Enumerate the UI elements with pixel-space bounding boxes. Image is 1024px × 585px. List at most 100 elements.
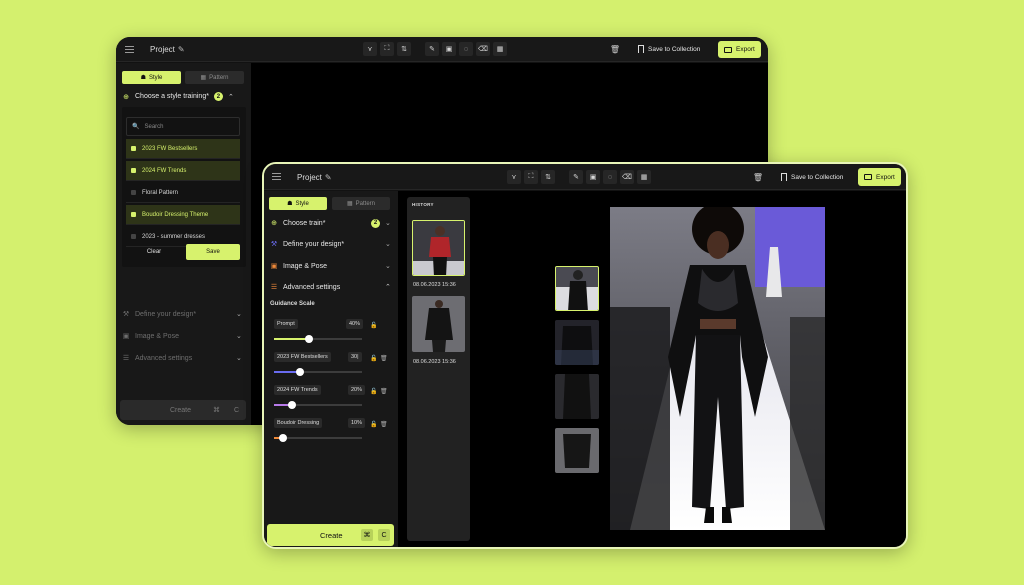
define-design-section[interactable]: ⚒ Define your design* ⌄ bbox=[122, 310, 246, 319]
slider-track[interactable] bbox=[274, 434, 362, 442]
slider-track[interactable] bbox=[274, 335, 362, 343]
qr-icon[interactable]: ▦ bbox=[637, 170, 651, 184]
lock-icon[interactable]: 🔓 bbox=[370, 388, 377, 395]
guidance-slider[interactable]: Prompt 40% 🔓 bbox=[274, 319, 392, 345]
save-button[interactable]: Save bbox=[186, 244, 240, 260]
nodes-icon[interactable]: ⋎ bbox=[507, 170, 521, 184]
fullscreen-icon[interactable]: ⛶ bbox=[524, 170, 538, 184]
slider-handle[interactable] bbox=[278, 434, 287, 442]
tab-style[interactable]: ☗ Style bbox=[122, 71, 181, 84]
variation-image-4 bbox=[555, 428, 599, 473]
c-key: C bbox=[234, 406, 240, 414]
slider-handle[interactable] bbox=[287, 401, 296, 409]
history-thumbnail[interactable] bbox=[412, 296, 465, 352]
slider-value[interactable]: 20% bbox=[348, 385, 366, 395]
qr-icon[interactable]: ▦ bbox=[493, 42, 507, 56]
style-option[interactable]: 2023 FW Bestsellers bbox=[126, 139, 240, 159]
lasso-icon[interactable]: ◌ bbox=[459, 42, 473, 56]
image-edit-icon[interactable]: ▣ bbox=[586, 170, 600, 184]
slider-handle[interactable] bbox=[305, 335, 314, 343]
trash-icon[interactable]: 🗑 bbox=[751, 170, 765, 184]
pencil-icon[interactable]: ✎ bbox=[178, 45, 185, 54]
guidance-slider[interactable]: 2024 FW Trends 20% 🔓 🗑 bbox=[274, 385, 392, 411]
fullscreen-icon[interactable]: ⛶ bbox=[380, 42, 394, 56]
slider-value[interactable]: 30| bbox=[348, 352, 362, 362]
lasso-icon[interactable]: ◌ bbox=[603, 170, 617, 184]
create-button[interactable]: Create ⌘ C bbox=[120, 400, 246, 420]
checkbox-icon bbox=[131, 146, 136, 151]
generated-image[interactable] bbox=[610, 207, 825, 530]
slider-handle[interactable] bbox=[296, 368, 305, 376]
image-pose-section[interactable]: ▣ Image & Pose ⌄ bbox=[270, 262, 394, 271]
brush-icon[interactable]: ✎ bbox=[425, 42, 439, 56]
project-title[interactable]: Project ✎ bbox=[297, 173, 332, 182]
slider-track[interactable] bbox=[274, 401, 362, 409]
trash-icon[interactable]: 🗑 bbox=[380, 355, 388, 362]
upload-icon: ⊕ bbox=[123, 93, 129, 101]
eraser-icon[interactable]: ⌫ bbox=[620, 170, 634, 184]
define-design-section[interactable]: ⚒ Define your design* ⌄ bbox=[270, 240, 394, 249]
save-to-collection-button[interactable]: Save to Collection bbox=[781, 173, 843, 181]
slider-value[interactable]: 10% bbox=[348, 418, 366, 428]
slider-value[interactable]: 40% bbox=[346, 319, 364, 329]
runway-model-photo bbox=[610, 207, 825, 530]
slider-label: Boudoir Dressing bbox=[274, 418, 323, 428]
variation-thumbnail[interactable] bbox=[555, 320, 599, 365]
style-pattern-toggle: ☗ Style ▦ Pattern bbox=[122, 71, 244, 84]
trash-icon[interactable]: 🗑 bbox=[608, 42, 622, 56]
guidance-slider[interactable]: Boudoir Dressing 10% 🔓 🗑 bbox=[274, 418, 392, 444]
menu-icon[interactable] bbox=[125, 46, 134, 53]
style-option[interactable]: Floral Pattern bbox=[126, 183, 240, 203]
edit-tools: ✎ ▣ ◌ ⌫ ▦ bbox=[569, 170, 651, 184]
trash-icon[interactable]: 🗑 bbox=[380, 421, 388, 428]
choose-train-section[interactable]: ⊕ Choose train* 2 ⌄ bbox=[270, 218, 394, 228]
nodes-icon[interactable]: ⋎ bbox=[363, 42, 377, 56]
slider-track[interactable] bbox=[274, 368, 362, 376]
history-thumbnail[interactable] bbox=[412, 220, 465, 276]
create-button[interactable]: Create ⌘ C bbox=[267, 524, 394, 546]
style-icon: ☗ bbox=[140, 75, 147, 81]
edit-tools: ✎ ▣ ◌ ⌫ ▦ bbox=[425, 42, 507, 56]
canvas-area: HISTORY 08.06.2023 15:36 08.06.2023 15:3… bbox=[398, 191, 906, 547]
image-icon: ▣ bbox=[122, 333, 130, 340]
eraser-icon[interactable]: ⌫ bbox=[476, 42, 490, 56]
menu-icon[interactable] bbox=[272, 173, 281, 180]
export-button[interactable]: Export bbox=[858, 168, 901, 186]
top-toolbar: Project ✎ ⋎ ⛶ ⇅ ✎ ▣ ◌ ⌫ ▦ 🗑 Save to Colle… bbox=[116, 37, 768, 62]
project-title[interactable]: Project ✎ bbox=[150, 45, 185, 54]
tab-style[interactable]: ☗ Style bbox=[269, 197, 327, 210]
variation-thumbnail[interactable] bbox=[555, 428, 599, 473]
settings-icon: ☰ bbox=[122, 355, 130, 362]
style-option[interactable]: 2024 FW Trends bbox=[126, 161, 240, 181]
slider-fill bbox=[274, 338, 310, 340]
variation-thumbnail[interactable] bbox=[555, 266, 599, 311]
clear-button[interactable]: Clear bbox=[126, 244, 182, 260]
image-pose-section[interactable]: ▣ Image & Pose ⌄ bbox=[122, 332, 246, 341]
advanced-settings-section[interactable]: ☰ Advanced settings ⌃ bbox=[270, 283, 394, 292]
image-edit-icon[interactable]: ▣ bbox=[442, 42, 456, 56]
lock-icon[interactable]: 🔓 bbox=[370, 421, 377, 428]
style-option-label: 2023 - summer dresses bbox=[142, 233, 206, 240]
trash-icon[interactable]: 🗑 bbox=[380, 388, 388, 395]
brush-icon[interactable]: ✎ bbox=[569, 170, 583, 184]
advanced-settings-section[interactable]: ☰ Advanced settings ⌄ bbox=[122, 354, 246, 363]
sort-icon[interactable]: ⇅ bbox=[397, 42, 411, 56]
chevron-down-icon: ⌄ bbox=[236, 333, 242, 340]
tab-pattern[interactable]: ▦ Pattern bbox=[185, 71, 244, 84]
search-input[interactable]: 🔍 Search bbox=[126, 117, 240, 136]
lock-icon[interactable]: 🔓 bbox=[370, 322, 377, 329]
style-option-label: Boudoir Dressing Theme bbox=[142, 211, 209, 218]
sort-icon[interactable]: ⇅ bbox=[541, 170, 555, 184]
style-training-section[interactable]: ⊕ Choose a style training* 2 ⌃ bbox=[122, 92, 246, 101]
pencil-icon[interactable]: ✎ bbox=[325, 173, 332, 182]
command-key: ⌘ bbox=[213, 407, 220, 414]
lock-icon[interactable]: 🔓 bbox=[370, 355, 377, 362]
variation-thumbnail[interactable] bbox=[555, 374, 599, 419]
chevron-up-icon[interactable]: ⌃ bbox=[228, 93, 234, 101]
save-to-collection-button[interactable]: Save to Collection bbox=[638, 45, 700, 53]
style-option[interactable]: Boudoir Dressing Theme bbox=[126, 205, 240, 225]
left-sidebar: ☗ Style ▦ Pattern ⊕ Choose a style trainin… bbox=[116, 63, 251, 425]
export-button[interactable]: Export bbox=[718, 41, 761, 58]
tab-pattern[interactable]: ▦ Pattern bbox=[332, 197, 390, 210]
guidance-slider[interactable]: 2023 FW Bestsellers 30| 🔓 🗑 bbox=[274, 352, 392, 378]
